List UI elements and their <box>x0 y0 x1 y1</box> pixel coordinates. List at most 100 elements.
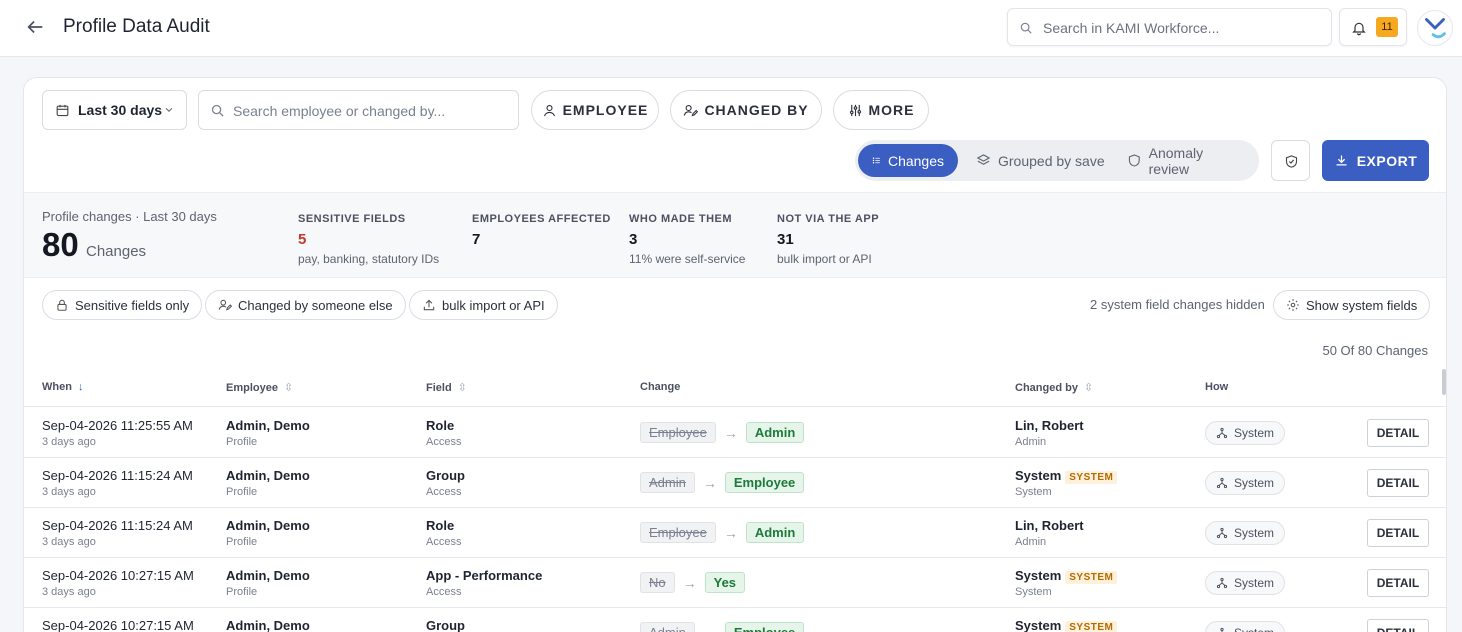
column-label: Field <box>426 381 452 394</box>
detail-button[interactable]: DETAIL <box>1367 619 1429 632</box>
stat-value: 31 <box>777 231 794 248</box>
column-label: Changed by <box>1015 381 1078 394</box>
more-filters-button[interactable]: MORE <box>833 90 929 130</box>
column-employee[interactable]: Employee ⇳ <box>226 381 293 395</box>
changed-by-role: Admin <box>1015 436 1047 448</box>
arrow-right-icon: → <box>682 574 697 591</box>
column-label: Change <box>640 381 681 393</box>
notifications-button[interactable]: 11 <box>1339 8 1407 46</box>
table-row[interactable]: Sep-04-2026 10:27:15 AM3 days agoAdmin, … <box>24 608 1446 632</box>
changed-by-filter-button[interactable]: CHANGED BY <box>670 90 822 130</box>
app-logo[interactable] <box>1417 10 1453 46</box>
new-value: Admin <box>745 522 805 543</box>
arrow-right-icon: → <box>723 524 738 541</box>
relative-time: 3 days ago <box>42 536 96 548</box>
employee-cell: Admin, DemoProfile <box>226 418 310 448</box>
user-edit-icon <box>684 104 699 116</box>
system-nodes-icon <box>1216 527 1228 539</box>
sort-icon: ⇳ <box>457 382 467 394</box>
relative-time: 3 days ago <box>42 586 96 598</box>
column-change: Change <box>640 381 680 393</box>
chip-changed-by-someone-else[interactable]: Changed by someone else <box>205 290 406 320</box>
column-when[interactable]: When ↓ <box>42 381 83 393</box>
stat-who-made-them: WHO MADE THEM 3 11% were self-service <box>629 213 745 266</box>
detail-button[interactable]: DETAIL <box>1367 519 1429 547</box>
detail-button[interactable]: DETAIL <box>1367 569 1429 597</box>
chip-sensitive-fields[interactable]: Sensitive fields only <box>42 290 203 320</box>
global-search-input[interactable] <box>1043 18 1323 38</box>
detail-button[interactable]: DETAIL <box>1367 419 1429 447</box>
table-row[interactable]: Sep-04-2026 11:25:55 AM 3 days ago Admin, … <box>24 408 1446 458</box>
changed-by-cell: SystemSYSTEMSystem <box>1015 618 1118 632</box>
view-tab-anomaly[interactable]: Anomaly review <box>1113 144 1259 177</box>
change-cell: Employee → Admin <box>640 522 805 543</box>
field-category: Access <box>426 436 462 448</box>
employee-cell: Admin, DemoProfile <box>226 618 310 632</box>
column-changed-by[interactable]: Changed by ⇳ <box>1015 381 1094 395</box>
sort-down-arrow-icon: ↓ <box>77 381 84 393</box>
sort-icon: ⇳ <box>1083 382 1094 394</box>
stat-employees-affected: EMPLOYEES AFFECTED 7 <box>472 213 611 248</box>
filter-search[interactable] <box>198 90 519 130</box>
employee-name[interactable]: Admin, Demo <box>226 618 310 632</box>
hidden-system-changes-note: 2 system field changes hidden <box>1090 297 1265 312</box>
person-icon <box>543 104 555 116</box>
change-timestamp: Sep-04-2026 10:27:15 AM <box>42 618 194 632</box>
employee-section: Profile <box>226 536 258 548</box>
summary-stats: Profile changes · Last 30 days 80 Change… <box>24 192 1446 278</box>
global-search[interactable] <box>1007 8 1332 46</box>
view-switcher: Changes Grouped by save Anomaly review <box>855 140 1259 181</box>
how-label: System <box>1234 576 1275 590</box>
how-badge: System <box>1205 571 1286 595</box>
system-nodes-icon <box>1216 577 1228 589</box>
back-arrow-icon[interactable] <box>24 16 46 38</box>
when-cell: Sep-04-2026 11:15:24 AM 3 days ago <box>42 518 193 548</box>
changed-by-text: System <box>1015 568 1062 583</box>
table-scrollbar[interactable] <box>1442 369 1446 395</box>
show-system-fields-button[interactable]: Show system fields <box>1273 290 1431 320</box>
employee-cell: Admin, DemoProfile <box>226 468 310 498</box>
view-tab-grouped[interactable]: Grouped by save <box>962 144 1119 177</box>
layers-icon <box>976 154 991 165</box>
change-cell: Employee → Admin <box>640 422 805 443</box>
employee-name[interactable]: Admin, Demo <box>226 568 310 583</box>
employee-filter-button[interactable]: EMPLOYEE <box>531 90 659 130</box>
date-range-select[interactable]: Last 30 days <box>42 90 187 130</box>
system-tag: SYSTEM <box>1065 471 1118 484</box>
changed-by-cell: SystemSYSTEMSystem <box>1015 568 1118 598</box>
table-row[interactable]: Sep-04-2026 11:15:24 AM 3 days ago Admin, … <box>24 508 1446 558</box>
new-value: Employee <box>724 472 805 493</box>
change-timestamp: Sep-04-2026 11:25:55 AM <box>42 418 193 433</box>
employee-name[interactable]: Admin, Demo <box>226 418 310 433</box>
field-category: Access <box>426 486 462 498</box>
how-label: System <box>1234 626 1274 632</box>
changed-by-role: Admin <box>1015 536 1047 548</box>
field-name: Role <box>426 418 455 433</box>
export-button[interactable]: EXPORT <box>1322 140 1429 181</box>
detail-button[interactable]: DETAIL <box>1367 469 1429 497</box>
table-row[interactable]: Sep-04-2026 10:27:15 AM3 days agoAdmin, … <box>24 558 1446 608</box>
view-tab-changes[interactable]: Changes <box>858 144 958 177</box>
new-value: Employee <box>724 622 805 632</box>
system-nodes-icon <box>1220 627 1224 632</box>
system-tag: SYSTEM <box>1065 621 1118 632</box>
changed-by-cell: SystemSYSTEMSystem <box>1015 468 1118 498</box>
new-value: Admin <box>745 422 805 443</box>
table-row[interactable]: Sep-04-2026 11:15:24 AM 3 days ago Admin, … <box>24 458 1446 508</box>
change-cell: Admin → Employee <box>640 472 805 493</box>
how-label: System <box>1234 426 1275 440</box>
when-cell: Sep-04-2026 11:25:55 AM 3 days ago <box>42 418 193 448</box>
arrow-right-icon: → <box>702 474 717 491</box>
arrow-right-icon: → <box>703 625 717 632</box>
changed-by-text: Lin, Robert <box>1015 418 1084 433</box>
security-check-button[interactable] <box>1271 140 1310 181</box>
changed-by-name: Lin, Robert <box>1015 418 1084 433</box>
chip-bulk-import[interactable]: bulk import or API <box>409 290 558 320</box>
employee-name[interactable]: Admin, Demo <box>226 468 310 483</box>
employee-name[interactable]: Admin, Demo <box>226 518 310 533</box>
filter-search-input[interactable] <box>233 101 508 121</box>
field-category: Access <box>426 536 462 548</box>
column-field[interactable]: Field ⇳ <box>426 381 467 395</box>
chip-label: bulk import or API <box>442 297 545 313</box>
audit-card: Last 30 days EMPLOYEE CHANGED BY MORE Ch… <box>23 77 1447 632</box>
